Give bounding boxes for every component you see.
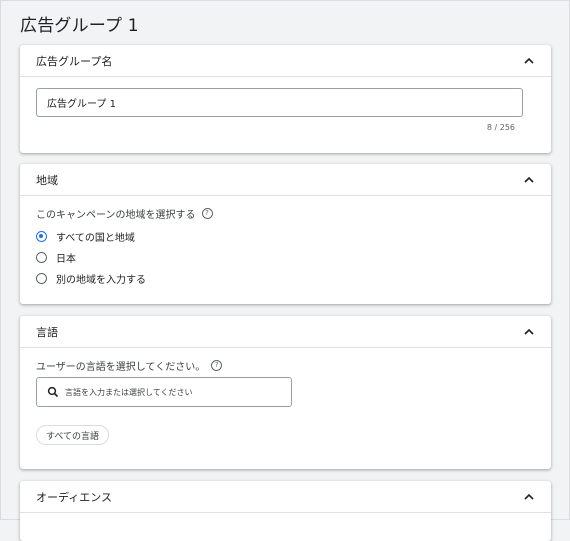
help-icon[interactable]: ? <box>201 208 213 219</box>
locations-header[interactable]: 地域 <box>20 164 551 196</box>
search-placeholder: 言語を入力または選択してください <box>65 387 193 397</box>
languages-card: 言語 ユーザーの言語を選択してください。 ? 言語を入力または選択してください … <box>20 316 551 469</box>
all-languages-chip[interactable]: すべての言語 <box>36 425 110 445</box>
locations-prompt: このキャンペーンの地域を選択する ? <box>36 206 213 221</box>
chevron-up-icon[interactable] <box>523 491 535 503</box>
page-title: 広告グループ 1 <box>20 16 139 36</box>
locations-prompt-text: このキャンペーンの地域を選択する <box>36 210 196 221</box>
languages-prompt: ユーザーの言語を選択してください。 ? <box>36 358 223 373</box>
ad-group-name-header[interactable]: 広告グループ名 <box>20 45 551 77</box>
audience-header[interactable]: オーディエンス <box>20 481 551 513</box>
radio-button-selected[interactable] <box>36 231 47 242</box>
ad-group-name-card: 広告グループ名 広告グループ 1 8 / 256 <box>20 45 551 153</box>
languages-header[interactable]: 言語 <box>20 316 551 348</box>
radio-button[interactable] <box>36 252 47 263</box>
chevron-up-icon[interactable] <box>523 174 535 186</box>
radio-all-countries[interactable]: すべての国と地域 <box>36 229 135 244</box>
locations-card: 地域 このキャンペーンの地域を選択する ? すべての国と地域 日本 別の地域を入… <box>20 164 551 304</box>
ad-group-name-input[interactable]: 広告グループ 1 <box>36 88 523 117</box>
character-counter: 8 / 256 <box>486 123 515 132</box>
audience-title: オーディエンス <box>36 490 113 504</box>
radio-label: すべての国と地域 <box>56 233 135 244</box>
languages-title: 言語 <box>36 325 58 339</box>
ad-group-name-title: 広告グループ名 <box>36 54 113 68</box>
help-icon[interactable]: ? <box>211 360 223 371</box>
chevron-up-icon[interactable] <box>523 55 535 67</box>
ad-group-name-value: 広告グループ 1 <box>47 99 116 110</box>
languages-prompt-text: ユーザーの言語を選択してください。 <box>36 362 206 373</box>
language-search-input[interactable]: 言語を入力または選択してください <box>36 377 292 407</box>
radio-japan[interactable]: 日本 <box>36 250 76 265</box>
radio-other-location[interactable]: 別の地域を入力する <box>36 271 146 286</box>
search-icon <box>47 383 59 402</box>
locations-title: 地域 <box>36 173 58 187</box>
radio-label: 別の地域を入力する <box>56 275 146 286</box>
radio-label: 日本 <box>56 254 76 265</box>
chevron-up-icon[interactable] <box>523 326 535 338</box>
audience-card: オーディエンス <box>20 481 551 541</box>
radio-button[interactable] <box>36 273 47 284</box>
